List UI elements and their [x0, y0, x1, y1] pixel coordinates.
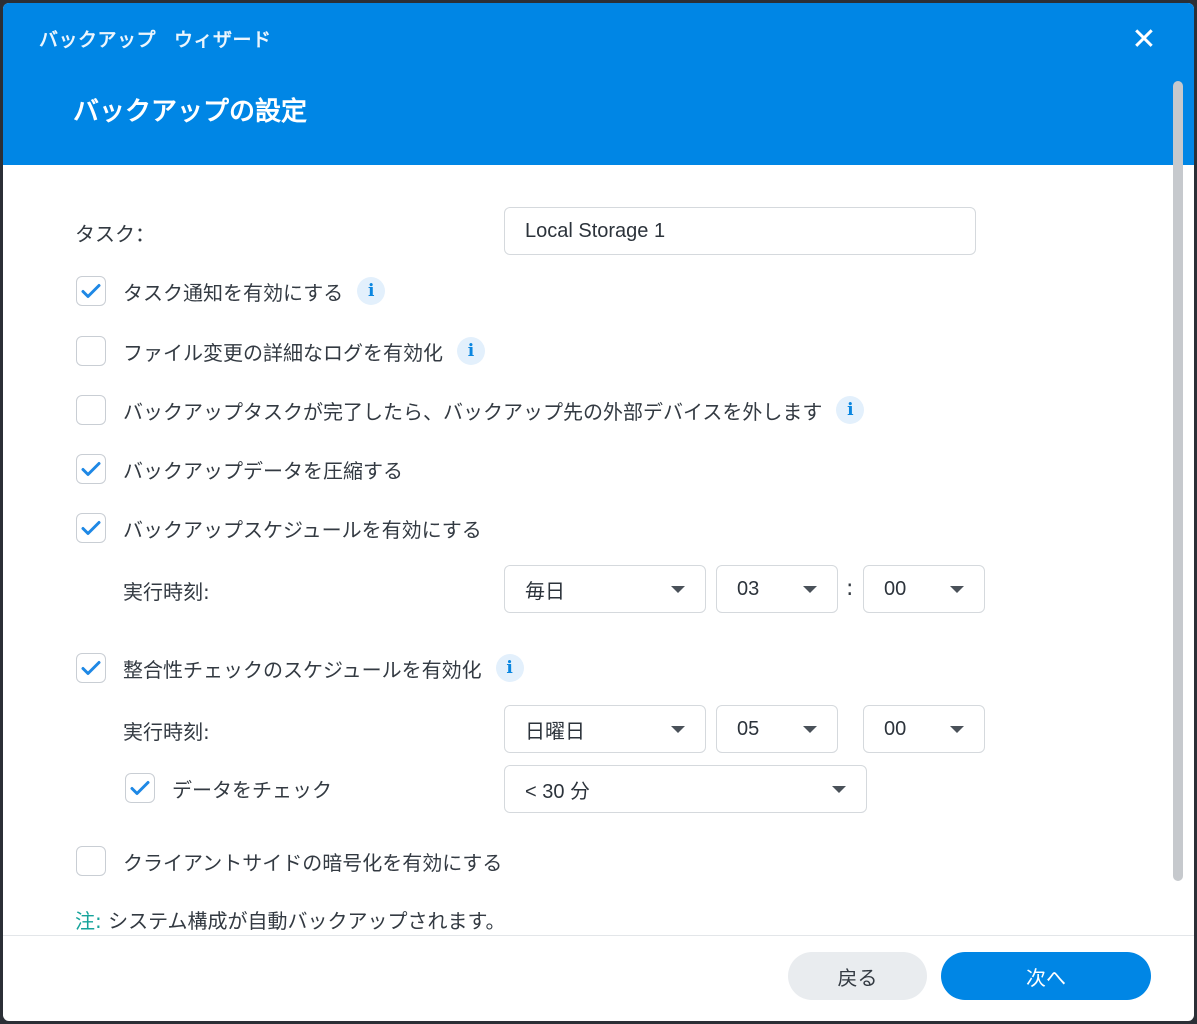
wizard-title-part2: ウィザード [174, 29, 272, 51]
task-name-input[interactable]: Local Storage 1 [504, 207, 976, 255]
integrity-minute-select[interactable]: 00 [863, 705, 985, 753]
checkmark-icon [130, 781, 150, 795]
backup-schedule-checkbox[interactable] [76, 513, 106, 543]
check-data-checkbox[interactable] [125, 773, 155, 803]
close-icon: ✕ [1131, 22, 1157, 57]
option-compress-data: バックアップデータを圧縮する [76, 454, 403, 484]
chevron-down-icon [671, 585, 685, 593]
check-duration-value: < 30 分 [525, 780, 591, 803]
wizard-title-part1: バックアップ [39, 29, 157, 51]
backup-schedule-label: バックアップスケジュールを有効にする [123, 517, 482, 542]
integrity-hour-value: 05 [737, 717, 760, 740]
info-icon[interactable]: i [457, 337, 485, 365]
eject-device-label: バックアップタスクが完了したら、バックアップ先の外部デバイスを外します [123, 399, 823, 424]
compress-data-checkbox[interactable] [76, 454, 106, 484]
schedule-hour-select[interactable]: 03 [716, 565, 838, 613]
option-integrity-check: 整合性チェックのスケジュールを有効化 i [76, 653, 524, 683]
chevron-down-icon [950, 585, 964, 593]
option-detailed-log: ファイル変更の詳細なログを有効化 i [76, 336, 485, 366]
schedule-hour-value: 03 [737, 577, 760, 600]
page-title: バックアップの設定 [73, 97, 308, 127]
check-duration-select[interactable]: < 30 分 [504, 765, 867, 813]
next-button[interactable]: 次へ [941, 952, 1151, 1000]
eject-device-checkbox[interactable] [76, 395, 106, 425]
integrity-day-value: 日曜日 [525, 720, 585, 743]
task-notification-checkbox[interactable] [76, 276, 106, 306]
integrity-time-label: 実行時刻: [123, 720, 210, 744]
client-encryption-label: クライアントサイドの暗号化を有効にする [123, 850, 503, 875]
chevron-down-icon [803, 725, 817, 733]
back-button[interactable]: 戻る [788, 952, 927, 1000]
integrity-check-label: 整合性チェックのスケジュールを有効化 [123, 657, 482, 682]
option-check-data: データをチェック [125, 773, 332, 803]
task-notification-label: タスク通知を有効にする [123, 280, 344, 305]
checkmark-icon [81, 462, 101, 476]
option-task-notification: タスク通知を有効にする i [76, 276, 386, 306]
time-separator: : [846, 576, 854, 601]
check-data-label: データをチェック [172, 777, 332, 802]
checkmark-icon [81, 284, 101, 298]
schedule-frequency-value: 毎日 [525, 580, 565, 603]
schedule-time-row: 実行時刻: [123, 576, 210, 605]
close-button[interactable]: ✕ [1129, 25, 1159, 55]
schedule-minute-value: 00 [884, 577, 907, 600]
info-icon[interactable]: i [836, 396, 865, 424]
integrity-day-select[interactable]: 日曜日 [504, 705, 706, 753]
detailed-log-label: ファイル変更の詳細なログを有効化 [123, 340, 443, 365]
note-body: システム構成が自動バックアップされます。 [101, 909, 506, 933]
option-client-encryption: クライアントサイドの暗号化を有効にする [76, 846, 502, 876]
compress-data-label: バックアップデータを圧縮する [123, 458, 403, 483]
backup-wizard-dialog: バックアップ ウィザード ✕ バックアップの設定 タスク： Local Stora… [3, 3, 1194, 1021]
chevron-down-icon [950, 725, 964, 733]
wizard-title: バックアップ ウィザード [39, 25, 272, 52]
option-eject-device: バックアップタスクが完了したら、バックアップ先の外部デバイスを外します i [76, 395, 865, 425]
chevron-down-icon [671, 725, 685, 733]
integrity-minute-value: 00 [884, 717, 907, 740]
task-label: タスク： [75, 222, 155, 246]
note-prefix: 注: [75, 909, 102, 933]
schedule-frequency-select[interactable]: 毎日 [504, 565, 706, 613]
note-text: 注: システム構成が自動バックアップされます。 [75, 905, 506, 934]
detailed-log-checkbox[interactable] [76, 336, 106, 366]
chevron-down-icon [803, 585, 817, 593]
checkmark-icon [81, 661, 101, 675]
integrity-time-row: 実行時刻: [123, 716, 210, 745]
chevron-down-icon [832, 785, 846, 793]
client-encryption-checkbox[interactable] [76, 846, 106, 876]
info-icon[interactable]: i [495, 654, 524, 682]
schedule-time-label: 実行時刻: [123, 580, 210, 604]
info-icon[interactable]: i [357, 277, 386, 305]
integrity-hour-select[interactable]: 05 [716, 705, 838, 753]
task-row: タスク： [75, 218, 155, 247]
integrity-check-checkbox[interactable] [76, 653, 106, 683]
checkmark-icon [81, 521, 101, 535]
scrollbar[interactable] [1173, 81, 1183, 881]
option-backup-schedule: バックアップスケジュールを有効にする [76, 513, 482, 543]
schedule-minute-select[interactable]: 00 [863, 565, 985, 613]
footer-divider [3, 935, 1194, 936]
dialog-header: バックアップ ウィザード ✕ バックアップの設定 [3, 3, 1194, 165]
